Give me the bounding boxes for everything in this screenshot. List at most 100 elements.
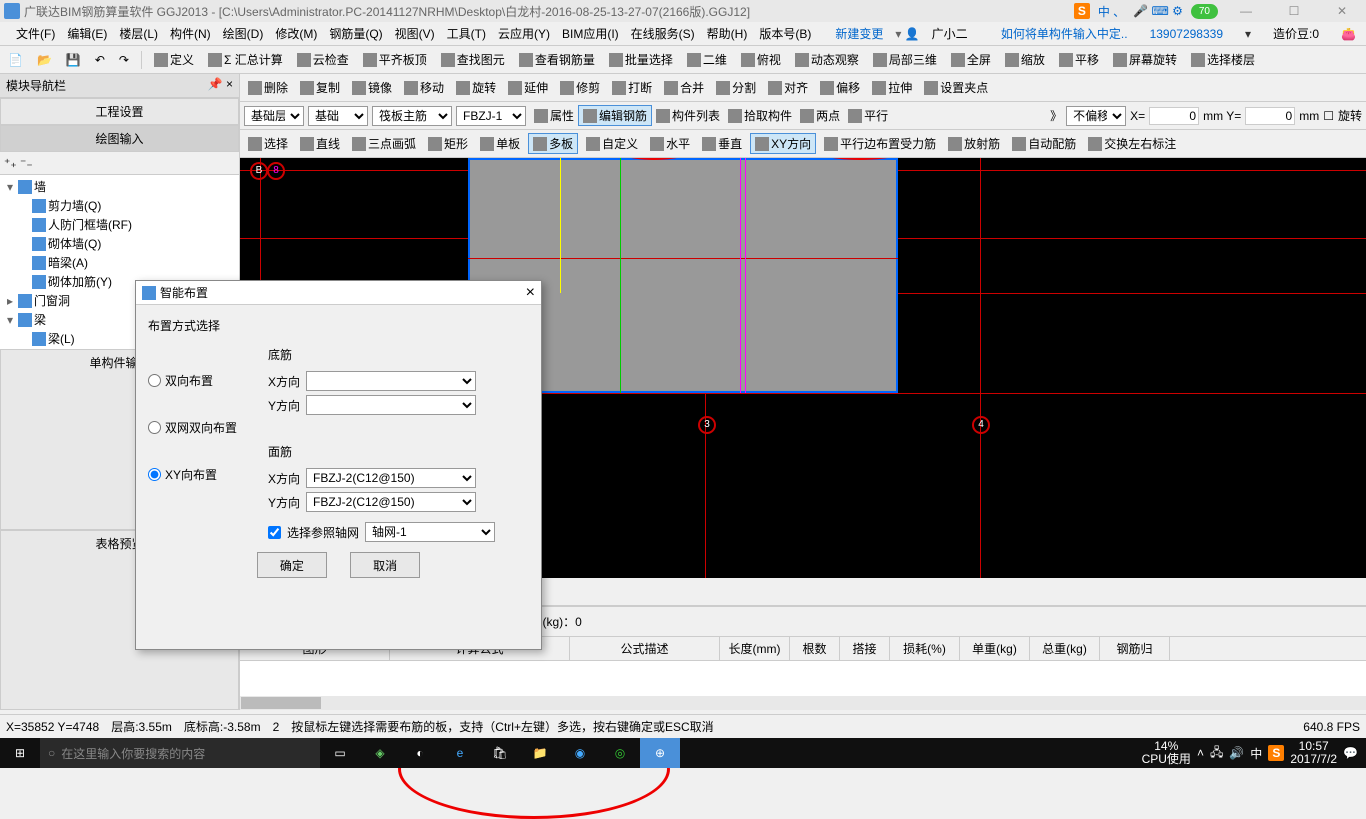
draw-button[interactable]: 自动配筋 xyxy=(1008,133,1080,154)
toolbar-button[interactable]: 屏幕旋转 xyxy=(1109,49,1181,70)
xbox-icon[interactable]: ◈ xyxy=(360,738,400,768)
edit-button[interactable]: 偏移 xyxy=(816,77,864,98)
dialog-close[interactable]: × xyxy=(526,284,535,302)
radio-double-net[interactable] xyxy=(148,421,161,434)
draw-button[interactable]: 平行边布置受力筋 xyxy=(820,133,940,154)
toolbar-button[interactable]: 批量选择 xyxy=(605,49,677,70)
app-icon-2[interactable]: ⊕ xyxy=(640,738,680,768)
category-select[interactable]: 基础 xyxy=(308,106,368,126)
beans-icon[interactable]: 👛 xyxy=(1335,27,1362,41)
component-type-select[interactable]: 筏板主筋 xyxy=(372,106,452,126)
menu-item[interactable]: 修改(M) xyxy=(269,27,323,41)
column-header[interactable]: 根数 xyxy=(790,637,840,660)
column-header[interactable]: 搭接 xyxy=(840,637,890,660)
x-input[interactable] xyxy=(1149,107,1199,125)
context-button[interactable]: 编辑钢筋 xyxy=(578,105,652,126)
edit-button[interactable]: 旋转 xyxy=(452,77,500,98)
column-header[interactable]: 损耗(%) xyxy=(890,637,960,660)
toolbar-button[interactable]: 动态观察 xyxy=(791,49,863,70)
edit-button[interactable]: 删除 xyxy=(244,77,292,98)
task-view-icon[interactable]: ▭ xyxy=(320,738,360,768)
draw-button[interactable]: 自定义 xyxy=(582,133,642,154)
toolbar-icon[interactable]: ↷ xyxy=(115,51,133,69)
toolbar-icon[interactable]: 📄 xyxy=(4,51,27,69)
menu-item[interactable]: 工具(T) xyxy=(441,27,492,41)
toolbar-button[interactable]: 选择楼层 xyxy=(1187,49,1259,70)
ime-tray-icon[interactable]: 中 xyxy=(1250,745,1262,762)
edit-button[interactable]: 分割 xyxy=(712,77,760,98)
menu-item[interactable]: 构件(N) xyxy=(164,27,217,41)
menu-item[interactable]: 文件(F) xyxy=(10,27,61,41)
menu-item[interactable]: 帮助(H) xyxy=(701,27,754,41)
tree-node[interactable]: 人防门框墙(RF) xyxy=(2,215,237,234)
tray-up-icon[interactable]: ˄ xyxy=(1197,746,1204,760)
notification-icon[interactable]: 💬 xyxy=(1343,746,1358,760)
ime-badge[interactable]: S xyxy=(1074,3,1090,19)
tree-node[interactable]: 剪力墙(Q) xyxy=(2,196,237,215)
cancel-button[interactable]: 取消 xyxy=(350,552,420,578)
edit-button[interactable]: 设置夹点 xyxy=(920,77,992,98)
component-select[interactable]: FBZJ-1 xyxy=(456,106,526,126)
bottom-y-select[interactable] xyxy=(306,395,476,415)
toolbar-button[interactable]: 定义 xyxy=(150,49,198,70)
edit-button[interactable]: 对齐 xyxy=(764,77,812,98)
draw-button[interactable]: 垂直 xyxy=(698,133,746,154)
toolbar-button[interactable]: 查看钢筋量 xyxy=(515,49,599,70)
tab-drawing-input[interactable]: 绘图输入 xyxy=(0,125,239,152)
ok-button[interactable]: 确定 xyxy=(257,552,327,578)
app-icon-1[interactable]: ◎ xyxy=(600,738,640,768)
toolbar-icon[interactable]: ↶ xyxy=(91,51,109,69)
context-button[interactable]: 两点 xyxy=(796,105,844,126)
start-button[interactable]: ⊞ xyxy=(0,738,40,768)
volume-icon[interactable]: 🔊 xyxy=(1229,746,1244,760)
context-button[interactable]: 拾取构件 xyxy=(724,105,796,126)
new-change[interactable]: 新建变更 xyxy=(829,25,889,42)
search-box[interactable]: ○ 在这里输入你要搜索的内容 xyxy=(40,738,320,768)
pin-icon[interactable]: 📌 × xyxy=(208,77,233,94)
toolbar-icon[interactable]: 💾 xyxy=(62,51,85,69)
menu-item[interactable]: 云应用(Y) xyxy=(492,27,556,41)
clock-date[interactable]: 2017/7/2 xyxy=(1290,753,1337,766)
edit-button[interactable]: 打断 xyxy=(608,77,656,98)
minimize-button[interactable]: — xyxy=(1226,4,1266,18)
menu-item[interactable]: 版本号(B) xyxy=(753,27,817,41)
ref-grid-checkbox[interactable] xyxy=(268,526,281,539)
context-button[interactable]: 属性 xyxy=(530,105,578,126)
menu-item[interactable]: 视图(V) xyxy=(389,27,441,41)
column-header[interactable]: 总重(kg) xyxy=(1030,637,1100,660)
edit-button[interactable]: 镜像 xyxy=(348,77,396,98)
menu-item[interactable]: 绘图(D) xyxy=(217,27,270,41)
tree-node[interactable]: ▾墙 xyxy=(2,177,237,196)
menu-item[interactable]: 在线服务(S) xyxy=(625,27,701,41)
draw-button[interactable]: 选择 xyxy=(244,133,292,154)
h-scrollbar[interactable] xyxy=(240,696,1366,710)
ime-text[interactable]: 中 、 xyxy=(1098,3,1125,20)
toolbar-icon[interactable]: 📂 xyxy=(33,51,56,69)
maximize-button[interactable]: ☐ xyxy=(1274,4,1314,18)
context-button[interactable]: 平行 xyxy=(844,105,892,126)
edit-button[interactable]: 拉伸 xyxy=(868,77,916,98)
help-hint[interactable]: 如何将单构件输入中定.. xyxy=(995,25,1134,42)
phone-number[interactable]: 13907298339 xyxy=(1144,27,1229,41)
edit-button[interactable]: 合并 xyxy=(660,77,708,98)
draw-button[interactable]: 三点画弧 xyxy=(348,133,420,154)
windows-taskbar[interactable]: ⊞ ○ 在这里输入你要搜索的内容 ▭ ◈ ◐ e 🛍 📁 ◉ ◎ ⊕ 14% C… xyxy=(0,738,1366,768)
column-header[interactable]: 公式描述 xyxy=(570,637,720,660)
floor-select[interactable]: 基础层 xyxy=(244,106,304,126)
draw-button[interactable]: 水平 xyxy=(646,133,694,154)
toolbar-button[interactable]: 俯视 xyxy=(737,49,785,70)
draw-button[interactable]: 交换左右标注 xyxy=(1084,133,1180,154)
column-header[interactable]: 单重(kg) xyxy=(960,637,1030,660)
edge-icon[interactable]: e xyxy=(440,738,480,768)
toolbar-button[interactable]: 二维 xyxy=(683,49,731,70)
store-icon[interactable]: 🛍 xyxy=(480,738,520,768)
draw-button[interactable]: XY方向 xyxy=(750,133,816,154)
ref-grid-select[interactable]: 轴网-1 xyxy=(365,522,495,542)
menu-item[interactable]: 楼层(L) xyxy=(113,27,164,41)
edit-button[interactable]: 移动 xyxy=(400,77,448,98)
edit-button[interactable]: 修剪 xyxy=(556,77,604,98)
y-input[interactable] xyxy=(1245,107,1295,125)
toolbar-button[interactable]: 局部三维 xyxy=(869,49,941,70)
top-y-select[interactable]: FBZJ-2(C12@150) xyxy=(306,492,476,512)
toolbar-button[interactable]: 全屏 xyxy=(947,49,995,70)
